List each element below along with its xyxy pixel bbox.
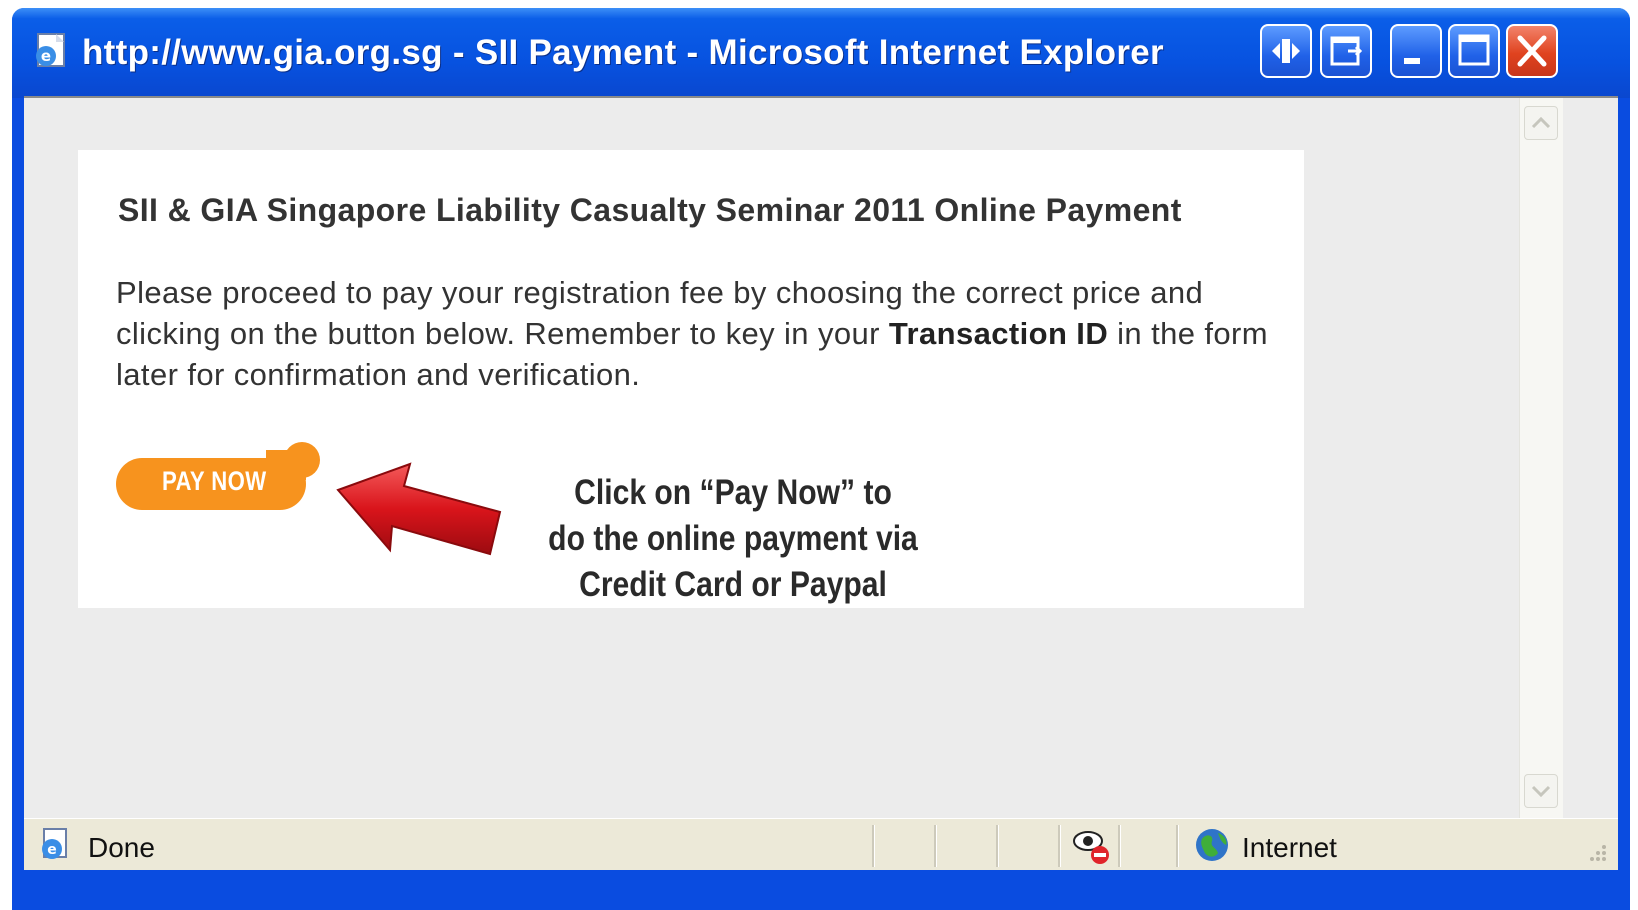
svg-text:e: e: [41, 47, 51, 65]
close-icon: [1517, 35, 1547, 67]
hint-line: do the online payment via: [548, 519, 918, 558]
status-text: Done: [88, 832, 155, 863]
resize-arrows-icon: [1272, 39, 1300, 63]
payment-panel: SII & GIA Singapore Liability Casualty S…: [78, 150, 1304, 608]
status-divider: [1058, 825, 1061, 867]
scroll-up-button[interactable]: [1524, 106, 1558, 140]
globe-icon: [1196, 829, 1228, 861]
pay-now-button[interactable]: PAY NOW: [116, 442, 326, 514]
security-zone-label: Internet: [1242, 832, 1337, 863]
browser-window: e http://www.gia.org.sg - SII Payment - …: [12, 8, 1630, 910]
chevron-down-icon: [1531, 785, 1551, 798]
minimize-button[interactable]: [1390, 24, 1442, 78]
title-bar[interactable]: e http://www.gia.org.sg - SII Payment - …: [12, 8, 1630, 98]
status-divider: [996, 825, 999, 867]
instructions-text: Please proceed to pay your registration …: [116, 272, 1276, 395]
minimize-icon: [1404, 58, 1420, 64]
restore-window-icon: [1330, 36, 1363, 66]
scroll-down-button[interactable]: [1524, 774, 1558, 808]
resize-arrows-button[interactable]: [1260, 24, 1312, 78]
maximize-icon: [1458, 34, 1490, 66]
close-button[interactable]: [1506, 24, 1558, 78]
hint-line: Click on “Pay Now” to: [574, 473, 892, 512]
privacy-blocked-icon[interactable]: [1070, 827, 1114, 867]
status-divider: [934, 825, 937, 867]
red-arrow-icon: [336, 462, 502, 556]
transaction-id-label: Transaction ID: [888, 316, 1109, 351]
page-viewport: SII & GIA Singapore Liability Casualty S…: [24, 96, 1618, 818]
vertical-scrollbar[interactable]: [1519, 98, 1563, 818]
status-divider: [872, 825, 875, 867]
ie-page-icon: e: [36, 33, 65, 67]
status-divider: [1176, 825, 1179, 867]
ie-page-icon: e: [42, 828, 67, 859]
chevron-up-icon: [1531, 116, 1551, 129]
pay-now-hint: Click on “Pay Now” to do the online paym…: [548, 470, 918, 608]
restore-window-button[interactable]: [1320, 24, 1372, 78]
svg-text:e: e: [47, 842, 57, 858]
resize-grip-icon[interactable]: [1584, 841, 1610, 867]
status-bar: e Done Internet: [24, 818, 1618, 870]
page-title: SII & GIA Singapore Liability Casualty S…: [118, 192, 1182, 228]
window-title: http://www.gia.org.sg - SII Payment - Mi…: [82, 33, 1164, 72]
maximize-button[interactable]: [1448, 24, 1500, 78]
pay-now-label: PAY NOW: [162, 466, 267, 496]
hint-line: Credit Card or Paypal: [579, 565, 887, 604]
status-divider: [1118, 825, 1121, 867]
